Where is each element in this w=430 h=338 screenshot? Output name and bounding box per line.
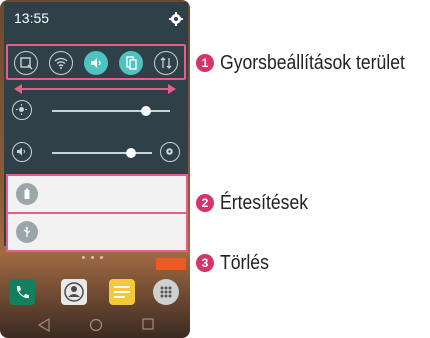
callout-label: Értesítések	[220, 192, 309, 214]
notification-item[interactable]	[6, 174, 188, 214]
data-transfer-icon	[160, 57, 172, 69]
volume-track	[52, 152, 152, 154]
volume-slider[interactable]	[12, 142, 180, 164]
wifi-icon	[54, 57, 68, 69]
sound-icon	[91, 58, 101, 68]
messaging-app-icon[interactable]	[108, 278, 136, 306]
vibrate-icon	[126, 56, 137, 70]
brightness-thumb[interactable]	[141, 106, 152, 116]
callout-number: 1	[196, 54, 214, 72]
navigation-bar	[0, 312, 190, 338]
callout-label: Gyorsbeállítások terület	[220, 52, 405, 74]
recent-apps-icon[interactable]	[142, 318, 154, 330]
volume-thumb[interactable]	[126, 148, 136, 158]
battery-icon	[16, 183, 38, 205]
quick-setting-vibrate[interactable]	[119, 51, 143, 75]
callout-number: 3	[196, 254, 214, 272]
callout-number: 2	[196, 194, 214, 212]
brightness-slider[interactable]	[12, 100, 180, 122]
home-dock	[8, 278, 182, 308]
home-icon[interactable]	[89, 318, 103, 332]
brightness-track	[52, 110, 170, 112]
sound-settings-gear-icon[interactable]	[160, 142, 180, 162]
status-time: 13:55	[14, 10, 50, 26]
contacts-app-icon[interactable]	[60, 278, 88, 306]
callout-label: Törlés	[220, 252, 269, 274]
quick-setting-data[interactable]	[154, 51, 178, 75]
quick-setting-wifi[interactable]	[49, 51, 73, 75]
settings-gear-icon[interactable]	[168, 11, 184, 27]
quick-setting-capture[interactable]	[14, 51, 38, 75]
scroll-double-arrow-icon	[14, 84, 176, 94]
phone-app-icon[interactable]	[8, 278, 36, 306]
status-bar: 13:55	[14, 10, 184, 30]
notification-item[interactable]	[6, 212, 188, 252]
page-indicator	[82, 256, 112, 260]
brightness-icon	[12, 100, 32, 120]
phone-screenshot: 13:55	[0, 0, 190, 338]
apps-drawer-icon[interactable]	[152, 278, 180, 306]
screen-capture-icon	[20, 57, 33, 70]
quick-settings-area	[6, 44, 186, 80]
clear-button[interactable]	[156, 258, 186, 270]
usb-icon	[16, 221, 38, 243]
quick-settings-row	[14, 51, 180, 77]
quick-setting-sound[interactable]	[84, 51, 108, 75]
back-icon[interactable]	[38, 318, 50, 332]
volume-icon	[12, 142, 32, 162]
